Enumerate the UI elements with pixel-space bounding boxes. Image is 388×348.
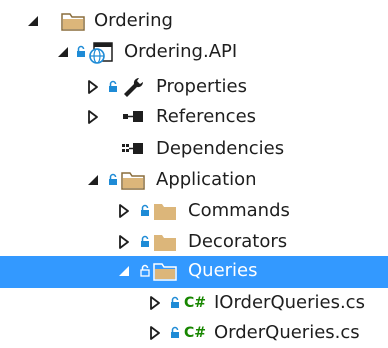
folder-icon <box>152 230 178 254</box>
web-project-icon <box>88 40 114 64</box>
tree-item-application[interactable]: Application <box>0 165 388 195</box>
tree-item-label: Properties <box>156 76 247 97</box>
lock-icon <box>170 326 180 339</box>
tree-item-label: Ordering <box>94 10 173 31</box>
collapsed-arrow-icon[interactable] <box>86 110 100 124</box>
tree-item-label: Dependencies <box>156 138 285 159</box>
collapsed-arrow-icon[interactable] <box>117 204 131 218</box>
tree-item-ordering[interactable]: Ordering <box>0 6 388 36</box>
solution-explorer-tree: Ordering Ordering.API Properties Referen… <box>0 0 388 348</box>
tree-item-queries[interactable]: Queries <box>0 256 388 288</box>
tree-item-commands[interactable]: Commands <box>0 196 388 226</box>
lock-icon <box>140 235 150 248</box>
collapsed-arrow-icon[interactable] <box>148 326 162 340</box>
tree-item-label: Application <box>156 169 257 190</box>
tree-item-orderqueries-cs[interactable]: C# OrderQueries.cs <box>0 318 388 348</box>
tree-item-label: Commands <box>188 200 290 221</box>
wrench-icon <box>120 75 146 99</box>
open-folder-icon <box>152 259 178 283</box>
tree-item-decorators[interactable]: Decorators <box>0 227 388 257</box>
tree-item-iorderqueries-cs[interactable]: C# IOrderQueries.cs <box>0 288 388 318</box>
solution-folder-icon <box>60 9 86 33</box>
lock-icon <box>170 296 180 309</box>
lock-icon <box>76 45 86 58</box>
csharp-file-icon: C# <box>183 322 209 346</box>
csharp-file-icon: C# <box>183 292 209 316</box>
expanded-arrow-icon[interactable] <box>26 14 40 28</box>
svg-text:C#: C# <box>184 295 206 311</box>
collapsed-arrow-icon[interactable] <box>117 235 131 249</box>
open-folder-icon <box>120 168 146 192</box>
tree-item-label: References <box>156 106 257 127</box>
tree-item-references[interactable]: References <box>0 102 388 132</box>
lock-icon <box>140 264 150 277</box>
expanded-arrow-icon[interactable] <box>56 45 70 59</box>
expanded-arrow-icon[interactable] <box>117 264 131 278</box>
references-icon <box>120 105 146 129</box>
tree-item-dependencies[interactable]: Dependencies <box>0 134 388 164</box>
tree-item-properties[interactable]: Properties <box>0 72 388 102</box>
folder-icon <box>152 199 178 223</box>
lock-icon <box>108 173 118 186</box>
tree-item-label: IOrderQueries.cs <box>214 292 365 313</box>
lock-icon <box>140 204 150 217</box>
tree-item-label: Ordering.API <box>124 41 238 62</box>
svg-text:C#: C# <box>184 325 206 341</box>
tree-item-label: Queries <box>188 260 258 281</box>
lock-icon <box>108 80 118 93</box>
tree-item-label: OrderQueries.cs <box>214 322 360 343</box>
collapsed-arrow-icon[interactable] <box>148 296 162 310</box>
collapsed-arrow-icon[interactable] <box>86 80 100 94</box>
dependencies-icon <box>120 137 146 161</box>
tree-item-ordering-api[interactable]: Ordering.API <box>0 37 388 67</box>
tree-item-label: Decorators <box>188 231 288 252</box>
expanded-arrow-icon[interactable] <box>86 173 100 187</box>
